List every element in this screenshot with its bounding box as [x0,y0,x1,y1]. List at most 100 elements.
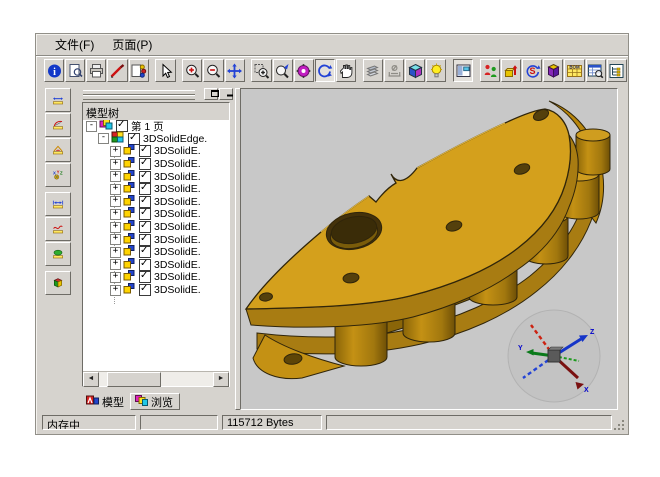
visibility-checkbox[interactable] [128,133,140,145]
tree-item-label: 3DSolidE. [154,221,201,233]
visibility-checkbox[interactable] [139,208,151,220]
scroll-track[interactable] [99,372,213,386]
visibility-checkbox[interactable] [139,284,151,296]
dimensions-button[interactable] [384,59,404,82]
measure-angle-button[interactable] [45,138,71,162]
collapse-icon[interactable] [98,133,109,144]
tree-assembly-row[interactable]: 3DSolidEdge. [83,133,229,146]
tree-item-row[interactable]: 3DSolidE. [83,259,229,272]
properties-table-button[interactable] [586,59,606,82]
assembly-button[interactable] [480,59,500,82]
tab-model[interactable]: 模型 [82,393,130,410]
tree-item-row[interactable]: 3DSolidE. [83,158,229,171]
layers-button[interactable] [363,59,383,82]
visibility-checkbox[interactable] [139,158,151,170]
tree-item-row[interactable]: 3DSolidE. [83,246,229,259]
menu-file[interactable]: 文件(F) [46,34,103,55]
visibility-checkbox[interactable] [139,246,151,258]
model-tree[interactable]: 第 1 页 3DSolidEdge. 3DSolidE. 3DSolidE. 3… [83,120,229,372]
export-image-button[interactable] [129,59,149,82]
expand-icon[interactable] [110,209,121,220]
visibility-checkbox[interactable] [139,171,151,183]
tree-item-row[interactable]: 3DSolidE. [83,208,229,221]
measure-area-button[interactable] [45,242,71,266]
measure-toolbar: XYZ [45,88,75,296]
tree-item-row[interactable]: 3DSolidE. [83,145,229,158]
visibility-checkbox[interactable] [139,183,151,195]
expand-icon[interactable] [110,184,121,195]
collapse-icon[interactable] [86,121,97,132]
expand-icon[interactable] [110,196,121,207]
measure-gap-button[interactable] [45,192,71,216]
zoom-dynamic-button[interactable] [273,59,293,82]
measure-volume-button[interactable] [45,271,71,295]
expand-icon[interactable] [110,234,121,245]
expand-icon[interactable] [110,146,121,157]
visibility-checkbox[interactable] [139,221,151,233]
menu-page[interactable]: 页面(P) [103,34,161,55]
measure-radius-button[interactable] [45,113,71,137]
print-preview-button[interactable] [65,59,85,82]
lighting-button[interactable] [426,59,446,82]
tree-item-row[interactable]: 3DSolidE. [83,233,229,246]
status-bytes: 115712 Bytes [222,415,322,430]
tree-item-label: 3DSolidE. [154,145,201,157]
panel-float-button[interactable] [204,88,218,100]
tree-item-label: 3DSolidE. [154,208,201,220]
visibility-checkbox[interactable] [139,271,151,283]
measure-curve-length-button[interactable] [45,217,71,241]
scroll-left-arrow[interactable]: ◄ [83,372,99,387]
svg-text:X: X [53,170,56,175]
pan-hand-button[interactable] [336,59,356,82]
orientation-triad[interactable]: Z X Y [508,310,600,402]
print-button[interactable] [86,59,106,82]
panel-close-button[interactable] [219,88,233,100]
expand-icon[interactable] [110,259,121,270]
structure-tree-button[interactable] [607,59,627,82]
tree-item-row[interactable]: 3DSolidE. [83,183,229,196]
model-tree-panel: 模型树 第 1 页 3DSolidEdge. 3 [80,88,234,410]
expand-icon[interactable] [110,285,121,296]
move-component-button[interactable] [501,59,521,82]
expand-icon[interactable] [110,159,121,170]
tree-item-row[interactable]: 3DSolidE. [83,284,229,297]
update-sync-button[interactable]: S [522,59,542,82]
tree-item-row[interactable]: 3DSolidE. [83,271,229,284]
toggle-tree-panel-button[interactable] [453,59,473,82]
red-pen-markup-button[interactable] [107,59,127,82]
measure-coordinate-button[interactable]: XYZ [45,163,71,187]
render-mode-cube-button[interactable] [405,59,425,82]
tree-item-row[interactable]: 3DSolidE. [83,196,229,209]
resize-grip[interactable] [612,418,625,431]
zoom-in-button[interactable] [182,59,202,82]
visibility-checkbox[interactable] [139,145,151,157]
tree-item-row[interactable]: 3DSolidE. [83,170,229,183]
tree-root-row[interactable]: 第 1 页 [83,120,229,133]
rotate-orbit-button[interactable] [315,59,335,82]
zoom-out-button[interactable] [203,59,223,82]
visibility-checkbox[interactable] [139,196,151,208]
panel-gripper[interactable] [83,95,195,100]
tree-item-row[interactable]: 3DSolidE. [83,221,229,234]
bom-table-button[interactable]: BOM [564,59,584,82]
model-tab-icon [86,395,99,409]
viewport-3d[interactable]: Z X Y [240,88,618,410]
zoom-window-button[interactable] [251,59,271,82]
explode-view-button[interactable] [543,59,563,82]
expand-icon[interactable] [110,171,121,182]
expand-icon[interactable] [110,247,121,258]
rotate-center-button[interactable] [294,59,314,82]
expand-icon[interactable] [110,222,121,233]
info-button[interactable]: i [44,59,64,82]
scroll-thumb[interactable] [107,372,161,387]
zoom-fit-button[interactable] [225,59,245,82]
visibility-checkbox[interactable] [139,234,151,246]
expand-icon[interactable] [110,272,121,283]
tab-browse[interactable]: 浏览 [130,393,180,410]
scroll-right-arrow[interactable]: ► [213,372,229,387]
tree-horizontal-scrollbar[interactable]: ◄ ► [83,371,229,386]
measure-distance-button[interactable] [45,88,71,112]
screenshot-stage: 文件(F) 页面(P) i S BOM [0,0,660,477]
visibility-checkbox[interactable] [139,259,151,271]
select-cursor-button[interactable] [155,59,175,82]
